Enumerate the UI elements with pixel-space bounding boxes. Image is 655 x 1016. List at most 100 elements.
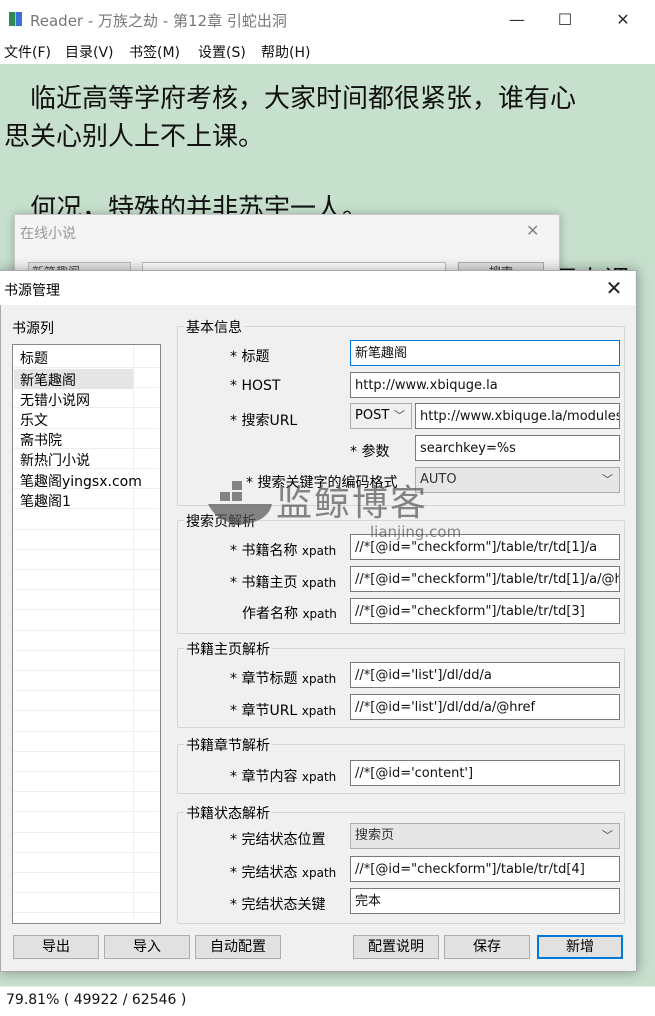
source-dialog-title: 书源管理 xyxy=(4,283,60,299)
maximize-button[interactable]: ☐ xyxy=(542,0,588,38)
chapter-content-input[interactable]: //*[@id='content'] xyxy=(350,760,620,786)
status-position-value: 搜索页 xyxy=(355,828,395,843)
list-gridline xyxy=(14,832,159,833)
list-gridline xyxy=(14,751,159,752)
list-gridline xyxy=(14,852,159,853)
params-input[interactable]: searchkey=%s xyxy=(415,435,620,461)
list-gridline xyxy=(14,569,159,570)
auto-config-button[interactable]: 自动配置 xyxy=(195,935,281,959)
source-list-item[interactable]: 新笔趣阁 xyxy=(20,370,76,390)
chevron-down-icon: ﹀ xyxy=(602,473,613,486)
status-position-label: * 完结状态位置 xyxy=(230,832,326,848)
host-input[interactable]: http://www.xbiquge.la xyxy=(350,372,620,398)
list-gridline xyxy=(14,549,159,550)
chapter-title-label: * 章节标题 xpath xyxy=(230,668,336,688)
list-grid-divider xyxy=(133,346,134,920)
list-gridline xyxy=(14,690,159,691)
source-dialog-titlebar[interactable] xyxy=(0,271,635,305)
list-gridline xyxy=(14,811,159,812)
menu-bookmarks[interactable]: 书签(M) xyxy=(129,42,180,62)
export-button[interactable]: 导出 xyxy=(13,935,99,959)
xpath-suffix: xpath xyxy=(301,770,337,784)
xpath-suffix: xpath xyxy=(301,704,337,718)
chapter-url-label-text: * 章节URL xyxy=(230,703,298,719)
book-app-icon xyxy=(9,12,22,26)
status-position-select[interactable]: 搜索页 ﹀ xyxy=(350,823,620,849)
watermark-domain: lianjing.com xyxy=(370,523,462,541)
status-xpath-label: * 完结状态 xpath xyxy=(230,862,336,882)
menu-help[interactable]: 帮助(H) xyxy=(261,42,310,62)
author-label-text: 作者名称 xyxy=(242,606,298,622)
chapter-url-label: * 章节URL xpath xyxy=(230,700,336,720)
minimize-button[interactable]: — xyxy=(494,0,540,38)
home-page-title: 书籍主页解析 xyxy=(184,639,272,659)
author-input[interactable]: //*[@id="checkform"]/table/tr/td[3] xyxy=(350,598,620,624)
chapter-url-input[interactable]: //*[@id='list']/dl/dd/a/@href xyxy=(350,694,620,720)
params-label: * 参数 xyxy=(350,444,390,460)
book-home-label-text: * 书籍主页 xyxy=(230,575,298,591)
source-list-caption: 书源列 xyxy=(12,321,54,337)
source-list-item[interactable]: 笔趣阁yingsx.com xyxy=(20,471,142,491)
online-dialog-title: 在线小说 xyxy=(20,226,76,242)
source-list-item[interactable]: 无错小说网 xyxy=(20,390,90,410)
list-gridline xyxy=(14,670,159,671)
menu-contents[interactable]: 目录(V) xyxy=(65,42,114,62)
list-gridline xyxy=(14,710,159,711)
online-dialog-close-icon[interactable]: ✕ xyxy=(526,221,539,240)
method-select[interactable]: POST ﹀ xyxy=(350,403,412,429)
chapter-title-input[interactable]: //*[@id='list']/dl/dd/a xyxy=(350,662,620,688)
host-label: * HOST xyxy=(230,378,281,394)
list-gridline xyxy=(14,892,159,893)
chapter-page-title: 书籍章节解析 xyxy=(184,735,272,755)
config-help-button[interactable]: 配置说明 xyxy=(353,935,439,959)
xpath-suffix: xpath xyxy=(301,576,337,590)
list-gridline xyxy=(14,731,159,732)
source-list-item[interactable]: 乐文 xyxy=(20,410,48,430)
xpath-suffix: xpath xyxy=(301,544,337,558)
search-url-label: * 搜索URL xyxy=(230,413,298,429)
watermark-brand: 监鲸博客 xyxy=(276,483,429,524)
list-gridline xyxy=(14,609,159,610)
search-url-input[interactable]: http://www.xbiquge.la/modules/ar xyxy=(415,403,620,429)
list-gridline xyxy=(14,912,159,913)
reader-line: 思关心别人上不上课。 xyxy=(4,122,265,152)
xpath-suffix: xpath xyxy=(301,866,337,880)
list-gridline xyxy=(14,630,159,631)
status-page-title: 书籍状态解析 xyxy=(184,803,272,823)
author-label: 作者名称 xpath xyxy=(242,603,337,623)
basic-info-title: 基本信息 xyxy=(184,317,244,337)
save-button[interactable]: 保存 xyxy=(444,935,530,959)
source-dialog-close-icon[interactable]: ✕ xyxy=(600,276,628,300)
list-gridline xyxy=(14,589,159,590)
xpath-suffix: xpath xyxy=(301,672,337,686)
status-keyword-label: * 完结状态关键 xyxy=(230,897,326,913)
window-title: Reader - 万族之劫 - 第12章 引蛇出洞 xyxy=(30,12,287,30)
import-button[interactable]: 导入 xyxy=(104,935,190,959)
list-gridline xyxy=(14,791,159,792)
menu-file[interactable]: 文件(F) xyxy=(4,42,51,62)
book-home-input[interactable]: //*[@id="checkform"]/table/tr/td[1]/a/@h… xyxy=(350,566,620,592)
source-list-item[interactable]: 标题 xyxy=(20,348,48,368)
status-keyword-input[interactable]: 完本 xyxy=(350,888,620,914)
list-gridline xyxy=(14,872,159,873)
chapter-content-label: * 章节内容 xpath xyxy=(230,766,336,786)
xpath-suffix: xpath xyxy=(302,607,337,621)
list-gridline xyxy=(14,529,159,530)
list-gridline xyxy=(14,650,159,651)
book-name-label-text: * 书籍名称 xyxy=(230,543,298,559)
close-button[interactable]: ✕ xyxy=(600,0,646,38)
title-input[interactable]: 新笔趣阁 xyxy=(350,340,620,366)
list-gridline xyxy=(14,771,159,772)
status-xpath-input[interactable]: //*[@id="checkform"]/table/tr/td[4] xyxy=(350,856,620,882)
source-list-item[interactable]: 新热门小说 xyxy=(20,450,90,470)
book-home-label: * 书籍主页 xpath xyxy=(230,572,336,592)
source-list-item[interactable]: 笔趣阁1 xyxy=(20,491,71,511)
chapter-title-label-text: * 章节标题 xyxy=(230,671,298,687)
menu-settings[interactable]: 设置(S) xyxy=(198,42,246,62)
add-button[interactable]: 新增 xyxy=(537,935,623,959)
chevron-down-icon: ﹀ xyxy=(394,409,405,422)
title-label: * 标题 xyxy=(230,349,270,365)
reader-line: 临近高等学府考核，大家时间都很紧张，谁有心 xyxy=(4,84,577,114)
reading-progress: 79.81% ( 49922 / 62546 ) xyxy=(6,992,187,1008)
source-list-item[interactable]: 斋书院 xyxy=(20,430,62,450)
